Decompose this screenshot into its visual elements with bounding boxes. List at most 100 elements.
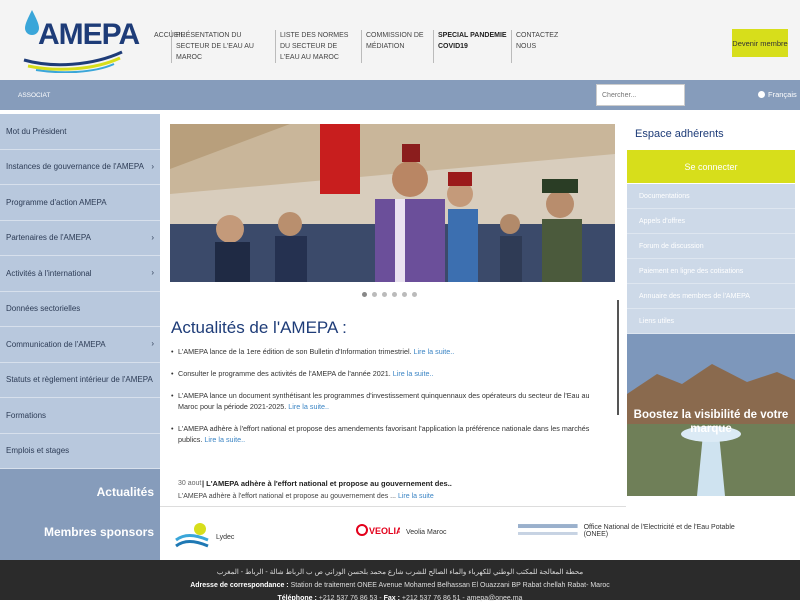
footer-email[interactable]: amepa@onee.ma — [467, 595, 523, 602]
site-header: AMEPA ACCUEIL PRÉSENTATION DU SECTEUR DE… — [0, 0, 800, 80]
read-more-link[interactable]: Lire la suite.. — [393, 369, 434, 378]
footer-phone: +212 537 76 86 53 - — [318, 595, 382, 602]
sidebar: Mot du Président Instances de gouvernanc… — [0, 114, 160, 469]
slider-dot[interactable] — [412, 292, 417, 297]
news-list: • L'AMEPA lance de la 1ere édition de son… — [171, 346, 611, 456]
read-more-link[interactable]: Lire la suite.. — [288, 402, 329, 411]
amepa-logo[interactable]: AMEPA — [22, 8, 140, 74]
promo-text: Boostez la visibilité de votre marque — [633, 409, 789, 435]
bullet-icon: • — [171, 369, 174, 378]
sidebar-item-label: Instances de gouvernance de l'AMEPA — [6, 162, 144, 172]
nav-covid[interactable]: SPECIAL PANDEMIE COVID19 — [434, 30, 512, 63]
sponsor-name: Office National de l'Electricité et de l… — [583, 524, 735, 538]
site-footer: محطة المعالجة للمكتب الوطني للكهرباء وال… — [0, 560, 800, 602]
promo-banner[interactable]: Boostez la visibilité de votre marque — [627, 334, 795, 496]
language-label: Français — [768, 90, 797, 99]
sidebar-item-label: Statuts et règlement intérieur de l'AMEP… — [6, 375, 153, 385]
list-item: • L'AMEPA lance de la 1ere édition de son… — [171, 346, 611, 357]
sidebar-item-trainings[interactable]: Formations — [0, 398, 160, 434]
member-link-documents[interactable]: Documentations — [627, 184, 795, 209]
slider-dot[interactable] — [372, 292, 377, 297]
sidebar-item-label: Mot du Président — [6, 126, 67, 136]
sponsor-onee[interactable]: Office National de l'Electricité et de l… — [518, 520, 760, 542]
footer-contact: Téléphone : +212 537 76 86 53 - Fax : +2… — [0, 595, 800, 602]
member-area-title: Espace adhérents — [635, 128, 724, 140]
sidebar-item-communication[interactable]: Communication de l'AMEPA › — [0, 327, 160, 363]
slider-dot[interactable] — [382, 292, 387, 297]
sponsors-label: Membres sponsors — [43, 525, 154, 539]
sponsor-veolia[interactable]: VEOLIA Veolia Maroc — [356, 520, 446, 544]
slider-dot[interactable] — [392, 292, 397, 297]
sidebar-item-president[interactable]: Mot du Président — [0, 114, 160, 150]
language-selector[interactable]: Français — [758, 90, 797, 99]
nav-contact[interactable]: CONTACTEZ NOUS — [512, 30, 564, 63]
nav-home[interactable]: ACCUEIL — [150, 30, 184, 63]
chevron-right-icon: › — [151, 268, 154, 277]
member-link-directory[interactable]: Annuaire des membres de l'AMEPA — [627, 284, 795, 309]
footer-phone-label: Téléphone : — [277, 595, 317, 602]
member-link-useful[interactable]: Liens utiles — [627, 309, 795, 334]
footer-fax-label: Fax : — [383, 595, 400, 602]
slider-dot[interactable] — [402, 292, 407, 297]
sponsor-name: Veolia Maroc — [406, 528, 447, 536]
lydec-logo-icon — [175, 523, 209, 548]
news-ticker: 30 aout | L'AMEPA adhère à l'effort nati… — [160, 469, 626, 507]
sidebar-item-label: Activités à l'international — [6, 268, 92, 278]
hero-slider[interactable] — [170, 124, 615, 282]
hero-photo — [170, 124, 615, 282]
member-link-tenders[interactable]: Appels d'offres — [627, 209, 795, 234]
ticker-title[interactable]: | L'AMEPA adhère à l'effort national et … — [202, 479, 452, 488]
sidebar-item-label: Emplois et stages — [6, 446, 70, 456]
footer-arabic-address: محطة المعالجة للمكتب الوطني للكهرباء وال… — [216, 569, 584, 576]
sponsor-lydec[interactable]: Lydec — [174, 520, 234, 554]
svg-text:VEOLIA: VEOLIA — [369, 526, 400, 536]
list-item: • L'AMEPA lance un document synthétisant … — [171, 390, 611, 412]
sidebar-item-partners[interactable]: Partenaires de l'AMEPA › — [0, 221, 160, 256]
read-more-link[interactable]: Lire la suite.. — [204, 435, 245, 444]
nav-presentation[interactable]: PRÉSENTATION DU SECTEUR DE L'EAU AU MARO… — [172, 30, 276, 63]
sidebar-item-international[interactable]: Activités à l'international › — [0, 256, 160, 292]
sidebar-item-label: Partenaires de l'AMEPA — [6, 233, 91, 243]
read-more-link[interactable]: Lire la suite.. — [414, 347, 455, 356]
search-input[interactable] — [596, 84, 685, 106]
member-link-forum[interactable]: Forum de discussion — [627, 234, 795, 259]
member-link-payment[interactable]: Paiement en ligne des cotisations — [627, 259, 795, 284]
onee-logo-icon — [518, 524, 578, 535]
ticker-body: L'AMEPA adhère à l'effort national et pr… — [178, 493, 396, 500]
sidebar-item-label: Données sectorielles — [6, 304, 81, 314]
news-heading: Actualités de l'AMEPA : — [171, 318, 347, 337]
become-member-button[interactable]: Devenir membre — [732, 29, 788, 57]
veolia-logo-icon: VEOLIA — [356, 524, 400, 536]
footer-address-label: Adresse de correspondance : — [190, 582, 289, 589]
slider-pagination — [362, 292, 417, 297]
ticker-date: 30 aout — [178, 480, 202, 487]
slider-dot[interactable] — [362, 292, 367, 297]
chevron-right-icon: › — [151, 339, 154, 348]
sidebar-item-program[interactable]: Programme d'action AMEPA — [0, 185, 160, 221]
read-more-link[interactable]: Lire la suite — [398, 493, 434, 500]
bullet-icon: • — [171, 424, 174, 433]
sidebar-item-governance[interactable]: Instances de gouvernance de l'AMEPA › — [0, 150, 160, 185]
news-scrollbar[interactable] — [617, 300, 619, 415]
footer-address: Adresse de correspondance : Station de t… — [0, 582, 800, 589]
logo-wordmark: AMEPA — [38, 18, 140, 51]
sidebar-item-label: Programme d'action AMEPA — [6, 197, 107, 207]
globe-icon — [758, 91, 765, 98]
nav-norms[interactable]: LISTE DES NORMES DU SECTEUR DE L'EAU AU … — [276, 30, 362, 63]
sidebar-item-data[interactable]: Données sectorielles — [0, 292, 160, 327]
main-nav: ACCUEIL PRÉSENTATION DU SECTEUR DE L'EAU… — [150, 30, 564, 63]
sponsors-strip: Lydec VEOLIA Veolia Maroc Office Nationa… — [160, 508, 760, 560]
sponsor-name: Lydec — [216, 533, 235, 541]
actualites-label: Actualités — [96, 485, 154, 499]
sidebar-item-label: Formations — [6, 410, 47, 420]
bullet-icon: • — [171, 391, 174, 400]
footer-fax: +212 537 76 86 51 - — [401, 595, 465, 602]
bullet-icon: • — [171, 347, 174, 356]
nav-mediation[interactable]: COMMISSION DE MÉDIATION — [362, 30, 434, 63]
list-item: • Consulter le programme des activités de… — [171, 368, 611, 379]
sidebar-item-statutes[interactable]: Statuts et règlement intérieur de l'AMEP… — [0, 363, 160, 398]
login-button[interactable]: Se connecter — [627, 150, 795, 183]
sidebar-item-jobs[interactable]: Emplois et stages — [0, 434, 160, 469]
chevron-right-icon: › — [151, 232, 154, 242]
sidebar-bottom: Actualités Membres sponsors — [0, 469, 160, 560]
